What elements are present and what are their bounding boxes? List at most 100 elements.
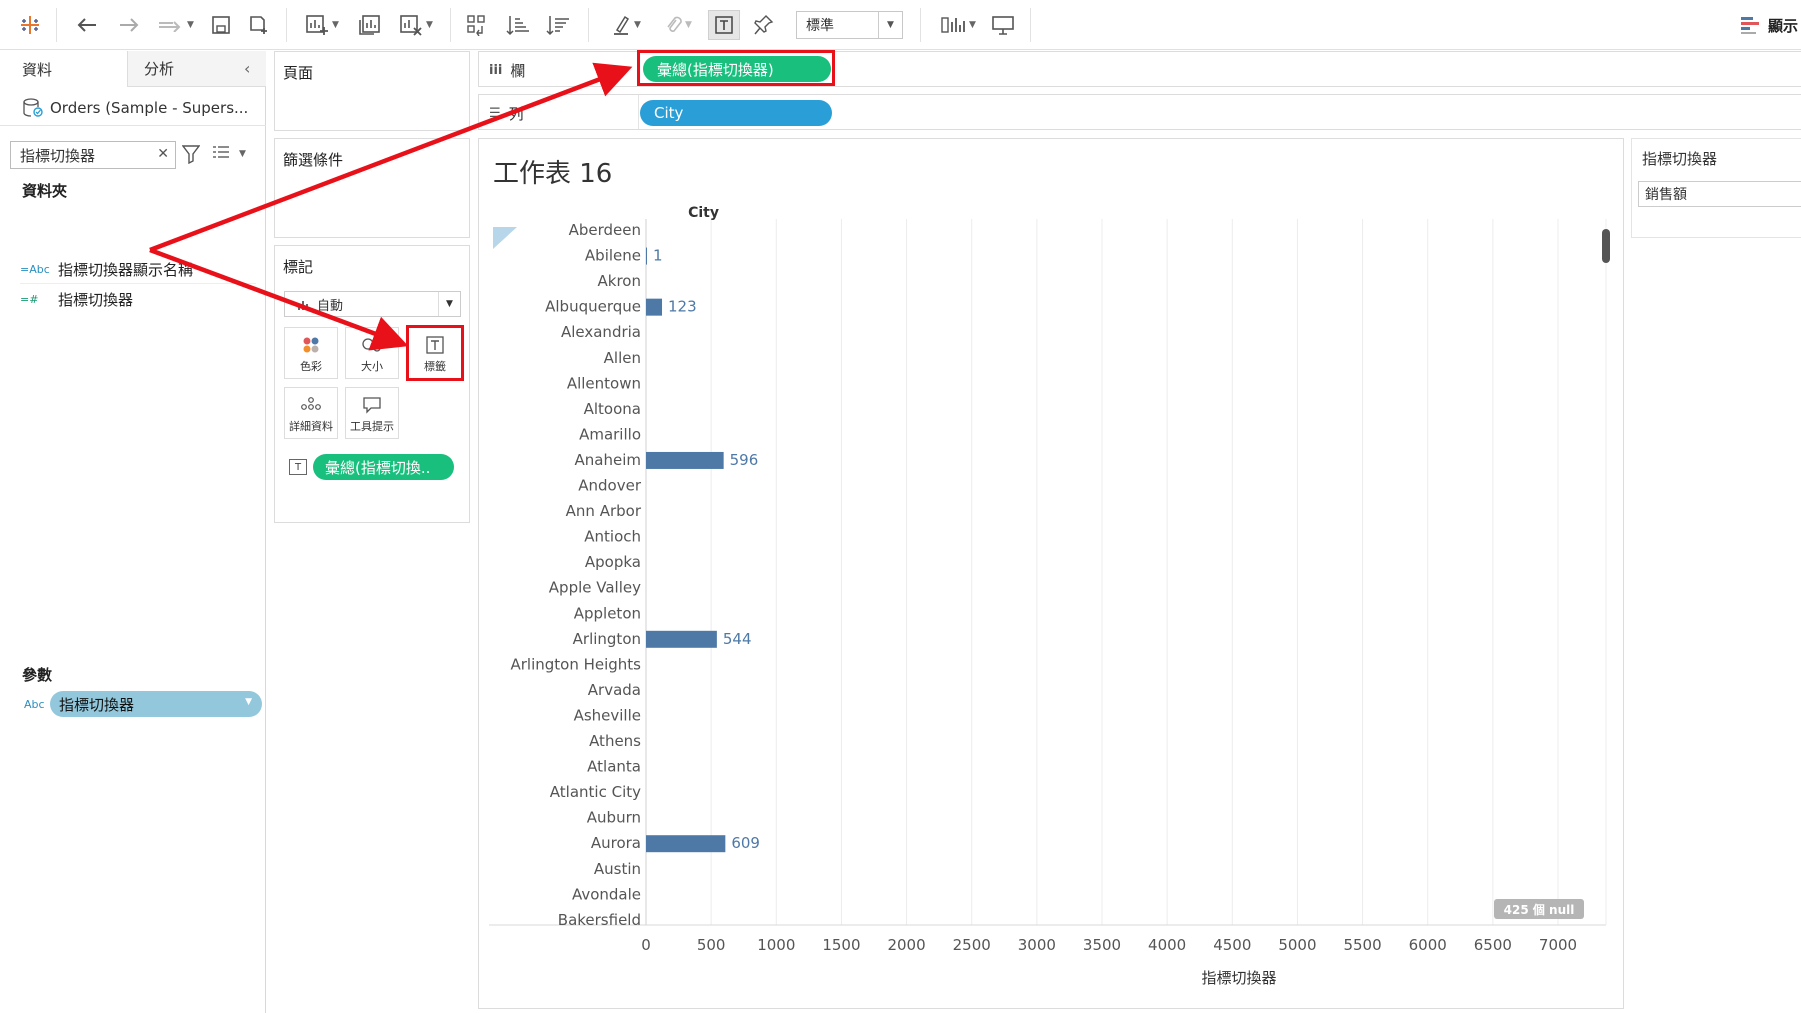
row-header-title[interactable]: City <box>609 205 719 221</box>
filter-icon[interactable] <box>182 144 200 164</box>
city-row-label[interactable]: Aberdeen <box>569 221 641 239</box>
group-members-icon[interactable]: ▼ <box>656 10 700 40</box>
mark-detail-button[interactable]: 詳細資料 <box>284 387 338 439</box>
city-row-label[interactable]: Abilene <box>585 247 641 265</box>
x-tick-label: 4500 <box>1213 936 1251 954</box>
city-row-label[interactable]: Akron <box>598 272 641 290</box>
highlight-icon[interactable]: ▼ <box>604 10 648 40</box>
new-datasource-icon[interactable] <box>246 10 272 40</box>
mark-label-button[interactable]: 標籤 <box>406 325 464 381</box>
toolbar: ▼ ▼ ▼ ▼ ▼ 標準 ▼ ▼ 顯示 <box>0 0 1801 50</box>
city-row-label[interactable]: Andover <box>578 477 642 495</box>
sort-corner-icon[interactable] <box>493 227 517 249</box>
city-row-label[interactable]: Asheville <box>574 706 641 724</box>
city-row-label[interactable]: Appleton <box>574 604 641 622</box>
city-row-label[interactable]: Arvada <box>588 681 641 699</box>
x-tick-label: 3000 <box>1018 936 1056 954</box>
city-row-label[interactable]: Arlington Heights <box>510 655 641 673</box>
show-me-button[interactable]: 顯示 <box>1740 12 1798 38</box>
number-field-icon: =# <box>20 292 39 306</box>
collapse-pane-icon[interactable]: ‹ <box>244 59 250 78</box>
fix-axes-icon[interactable] <box>750 10 778 40</box>
city-row-label[interactable]: Alexandria <box>561 323 641 341</box>
parameter-item[interactable]: Abc 指標切換器 ▼ <box>24 691 262 717</box>
mark-size-select[interactable]: 標準 ▼ <box>796 11 903 39</box>
new-worksheet-icon[interactable]: ▼ <box>300 10 344 40</box>
datasource-item[interactable]: Orders (Sample - Supers... <box>22 95 248 121</box>
undo-icon[interactable] <box>72 10 102 40</box>
mark-tooltip-button[interactable]: 工具提示 <box>345 387 399 439</box>
city-row-label[interactable]: Atlantic City <box>550 783 641 801</box>
city-row-label[interactable]: Atlanta <box>587 758 641 776</box>
city-row-label[interactable]: Albuquerque <box>545 298 641 316</box>
null-indicator-badge[interactable]: 425 個 null <box>1494 899 1584 919</box>
marks-label-pill[interactable]: 彙總(指標切換.. <box>313 454 454 480</box>
parameter-pill[interactable]: 指標切換器 ▼ <box>50 691 262 717</box>
save-icon[interactable] <box>208 10 234 40</box>
field-item[interactable]: =# 指標切換器 <box>20 287 133 311</box>
x-tick-label: 4000 <box>1148 936 1186 954</box>
replay-icon[interactable]: ▼ <box>154 10 198 40</box>
mark-type-select[interactable]: 自動 ▼ <box>284 291 461 317</box>
field-search-input[interactable]: 指標切換器 ✕ <box>10 141 176 169</box>
bar-data-label: 544 <box>723 630 752 648</box>
string-field-icon: =Abc <box>20 262 50 276</box>
label-icon[interactable]: T <box>289 459 307 475</box>
bar[interactable] <box>646 451 724 469</box>
show-me-label: 顯示 <box>1768 16 1799 35</box>
tableau-logo-icon[interactable] <box>16 10 44 40</box>
pages-shelf[interactable]: 頁面 <box>274 51 470 131</box>
rows-shelf[interactable]: ☰ 列 City <box>478 94 1801 130</box>
bar[interactable] <box>646 630 717 648</box>
redo-icon[interactable] <box>114 10 144 40</box>
city-row-label[interactable]: Amarillo <box>579 425 641 443</box>
city-row-label[interactable]: Aurora <box>591 834 641 852</box>
city-row-label[interactable]: Allentown <box>567 374 641 392</box>
city-row-label[interactable]: Antioch <box>584 528 641 546</box>
mark-color-button[interactable]: 色彩 <box>284 327 338 379</box>
clear-search-icon[interactable]: ✕ <box>157 146 169 162</box>
city-row-label[interactable]: Bakersfield <box>558 911 641 929</box>
city-row-label[interactable]: Ann Arbor <box>566 502 642 520</box>
city-row-label[interactable]: Athens <box>589 732 641 750</box>
filters-shelf[interactable]: 篩選條件 <box>274 138 470 238</box>
bar[interactable] <box>646 298 663 316</box>
show-cards-icon[interactable]: ▼ <box>936 10 980 40</box>
parameter-control: 指標切換器 銷售額 <box>1631 138 1801 238</box>
rows-pill[interactable]: City <box>640 100 832 126</box>
tab-data[interactable]: 資料 <box>0 51 128 87</box>
bar[interactable] <box>646 247 647 265</box>
city-row-label[interactable]: Apopka <box>585 553 641 571</box>
field-item[interactable]: =Abc 指標切換器顯示名稱 <box>20 257 193 281</box>
view-list-icon[interactable] <box>212 145 230 163</box>
city-row-label[interactable]: Apple Valley <box>549 579 641 597</box>
city-row-label[interactable]: Arlington <box>573 630 641 648</box>
presentation-mode-icon[interactable] <box>988 10 1018 40</box>
marks-field-row: T 彙總(指標切換.. <box>289 454 454 480</box>
mark-size-value: 標準 <box>806 18 834 34</box>
duplicate-sheet-icon[interactable] <box>356 10 384 40</box>
city-row-label[interactable]: Avondale <box>572 885 641 903</box>
city-row-label[interactable]: Auburn <box>587 809 641 827</box>
city-row-label[interactable]: Austin <box>594 860 641 878</box>
columns-shelf[interactable]: iii 欄 彙總(指標切換器) <box>478 50 1801 87</box>
bar[interactable] <box>646 835 726 853</box>
sort-descending-icon[interactable] <box>544 10 572 40</box>
city-row-label[interactable]: Allen <box>604 349 641 367</box>
folders-heading: 資料夾 <box>22 182 68 200</box>
vertical-scrollbar[interactable] <box>1602 229 1610 263</box>
rows-icon: ☰ <box>489 106 501 121</box>
x-axis-title[interactable]: 指標切換器 <box>1079 967 1399 988</box>
clear-sheet-icon[interactable]: ▼ <box>394 10 438 40</box>
parameter-value-select[interactable]: 銷售額 <box>1638 181 1801 207</box>
view-dropdown-icon[interactable]: ▼ <box>239 149 246 159</box>
sort-ascending-icon[interactable] <box>504 10 532 40</box>
chevron-down-icon[interactable]: ▼ <box>245 697 252 707</box>
show-mark-labels-icon[interactable] <box>708 10 740 40</box>
swap-rows-columns-icon[interactable] <box>464 10 492 40</box>
mark-size-button[interactable]: 大小 <box>345 327 399 379</box>
parameter-control-title: 指標切換器 <box>1642 150 1718 168</box>
worksheet-view: 工作表 16 0 500 1000 1500 2000 2500 3000 3500 4000 4… <box>478 138 1624 1009</box>
city-row-label[interactable]: Anaheim <box>575 451 641 469</box>
city-row-label[interactable]: Altoona <box>584 400 641 418</box>
